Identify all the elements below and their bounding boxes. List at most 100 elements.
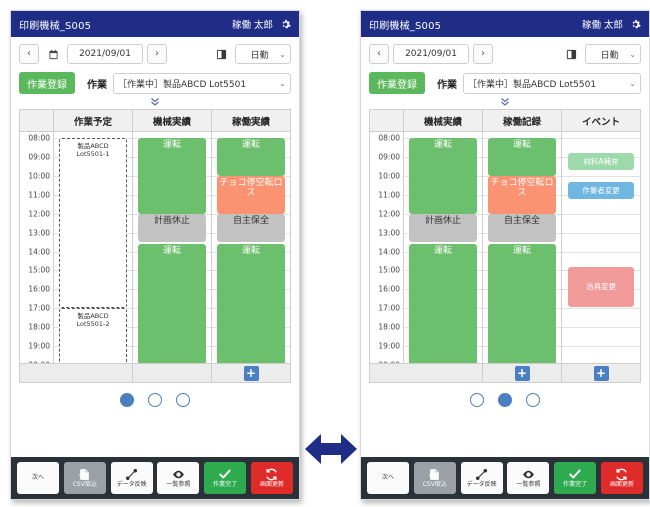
column-header-time (370, 110, 404, 131)
timeline-block[interactable]: チョコ停空転ロス (217, 175, 285, 214)
bottom-nav-button[interactable]: CSV取込 (63, 462, 106, 494)
bottom-nav-button[interactable]: 次へ (367, 462, 409, 494)
bottom-nav-button[interactable]: 画面更新 (250, 462, 293, 494)
add-record-button[interactable]: + (593, 365, 609, 381)
time-label: 12:00 (378, 209, 400, 219)
timeline-block[interactable]: 運転 (488, 243, 556, 365)
date-nav-row: ‹ 2021/09/01 › 日勤 ⌄ (19, 43, 291, 65)
bottom-nav-button[interactable]: データ反映 (110, 462, 153, 494)
timeline-block[interactable]: 運転 (217, 138, 285, 176)
expand-toolbar-button[interactable] (19, 95, 291, 109)
bottom-nav-button[interactable]: 画面更新 (600, 462, 643, 494)
gear-icon[interactable] (280, 19, 291, 30)
prev-day-button[interactable]: ‹ (369, 44, 389, 64)
event-chip[interactable]: 材料A補充 (568, 153, 634, 171)
pagination-dot[interactable] (498, 393, 512, 407)
add-row-strip (54, 363, 132, 382)
bottom-nav-button[interactable]: 一覧参照 (507, 462, 550, 494)
double-arrow-horizontal-icon (303, 430, 359, 468)
timeline-block[interactable]: 運転 (138, 138, 206, 214)
pagination-dot[interactable] (526, 393, 540, 407)
timeline-block[interactable]: 計画休止 (409, 213, 477, 243)
timeline-column[interactable]: 運転 チョコ停空転ロス 自主保全 運転 + (212, 132, 290, 382)
bottom-nav-button[interactable]: 作業完了 (204, 462, 247, 494)
eye-icon (172, 468, 185, 481)
pagination-dot[interactable] (470, 393, 484, 407)
pagination-dot[interactable] (120, 393, 134, 407)
phone-panel-right: 印刷機械_S005 稼働 太郎 ‹ 2021/09/01 › 日勤 ⌄ 作業登録… (360, 10, 650, 500)
time-label: 15:00 (378, 265, 400, 275)
timeline-column[interactable]: 材料A補充作業者変更治具変更 + (562, 132, 640, 382)
timeline-column[interactable]: 運転 計画休止 運転 (133, 132, 212, 382)
time-label: 14:00 (378, 247, 400, 256)
timeline-block[interactable]: 運転 (409, 138, 477, 214)
task-field-label: 作業 (437, 79, 457, 91)
pagination-dot[interactable] (176, 393, 190, 407)
timeline-block[interactable]: 自主保全 (488, 213, 556, 243)
refresh-icon (615, 468, 628, 481)
bottom-nav-button-label: 一覧参照 (516, 480, 541, 488)
app-title: 印刷機械_S005 (369, 20, 442, 32)
timeline-block[interactable]: 計画休止 (138, 213, 206, 243)
bottom-nav-button[interactable]: 次へ (17, 462, 59, 494)
time-label: 14:00 (28, 247, 50, 256)
timeline-block[interactable]: チョコ停空転ロス (488, 175, 556, 214)
task-select[interactable]: ［作業中］製品ABCD Lot5501 ⌄ (113, 72, 291, 94)
timeline-column[interactable]: 運転 チョコ停空転ロス 自主保全 運転 + (483, 132, 562, 382)
shift-select[interactable]: 日勤 ⌄ (235, 44, 291, 64)
time-label: 15:00 (28, 265, 50, 275)
time-label: 08:00 (378, 133, 400, 143)
view-mode-icon[interactable] (561, 44, 581, 64)
time-label: 19:00 (378, 341, 400, 351)
calendar-icon[interactable] (43, 44, 63, 64)
column-header-machine: 機械実績 (133, 110, 212, 131)
timeline-block[interactable]: 運転 (409, 243, 477, 365)
timeline-block[interactable]: 運転 (488, 138, 556, 176)
next-day-button[interactable]: › (473, 44, 493, 64)
add-record-button[interactable]: + (514, 365, 530, 381)
date-input[interactable]: 2021/09/01 (393, 44, 469, 64)
bottom-nav-bar: 次へ CSV取込 データ反映 一覧参照 作業完了 画面更新 (361, 457, 649, 499)
add-record-button[interactable]: + (243, 365, 259, 381)
register-work-button[interactable]: 作業登録 (369, 72, 425, 94)
bottom-nav-bar: 次へ CSV取込 データ反映 一覧参照 作業完了 画面更新 (11, 457, 299, 499)
date-input[interactable]: 2021/09/01 (67, 44, 143, 64)
timeline-block[interactable]: 製品ABCD Lot5501-1 (59, 138, 127, 309)
timeline-block[interactable]: 運転 (217, 243, 285, 365)
bottom-nav-button[interactable]: 一覧参照 (157, 462, 200, 494)
column-header-operation-log: 稼働記録 (483, 110, 562, 131)
timeline-column[interactable]: 製品ABCD Lot5501-1 製品ABCD Lot5501-2 (54, 132, 133, 382)
next-day-button[interactable]: › (147, 44, 167, 64)
add-row-strip: + (483, 363, 561, 382)
timeline-block[interactable]: 運転 (138, 243, 206, 365)
timeline-column[interactable]: 運転 計画休止 運転 (404, 132, 483, 382)
expand-toolbar-button[interactable] (369, 95, 641, 109)
pagination-dot[interactable] (148, 393, 162, 407)
time-label: 17:00 (28, 303, 50, 313)
event-chip[interactable]: 作業者変更 (568, 181, 634, 199)
title-bar: 印刷機械_S005 稼働 太郎 (11, 11, 299, 37)
bottom-nav-button[interactable]: データ反映 (460, 462, 503, 494)
timeline-block-label: 運転 (512, 245, 531, 256)
title-bar: 印刷機械_S005 稼働 太郎 (361, 11, 649, 37)
timeline-block[interactable]: 自主保全 (217, 213, 285, 243)
task-select[interactable]: ［作業中］製品ABCD Lot5501 ⌄ (463, 72, 641, 94)
register-work-button[interactable]: 作業登録 (19, 72, 75, 94)
event-chip[interactable]: 治具変更 (568, 266, 634, 307)
timeline-block[interactable]: 製品ABCD Lot5501-2 (59, 308, 127, 365)
shift-select-value: 日勤 (250, 50, 269, 61)
task-row: 作業登録 作業 ［作業中］製品ABCD Lot5501 ⌄ (19, 71, 291, 95)
grid-line (562, 213, 640, 215)
shift-select[interactable]: 日勤 ⌄ (585, 44, 641, 64)
bottom-nav-button[interactable]: CSV取込 (413, 462, 456, 494)
timeline-block-label: 運転 (433, 140, 452, 150)
prev-day-button[interactable]: ‹ (19, 44, 39, 64)
view-mode-icon[interactable] (211, 44, 231, 64)
time-label: 13:00 (28, 228, 50, 238)
bottom-nav-button-label: 作業完了 (213, 481, 238, 488)
bottom-nav-button[interactable]: 作業完了 (554, 462, 597, 494)
bottom-nav-button-label: 一覧参照 (166, 480, 191, 488)
time-label: 09:00 (28, 152, 50, 162)
time-column-footer (370, 363, 404, 382)
gear-icon[interactable] (630, 19, 641, 30)
